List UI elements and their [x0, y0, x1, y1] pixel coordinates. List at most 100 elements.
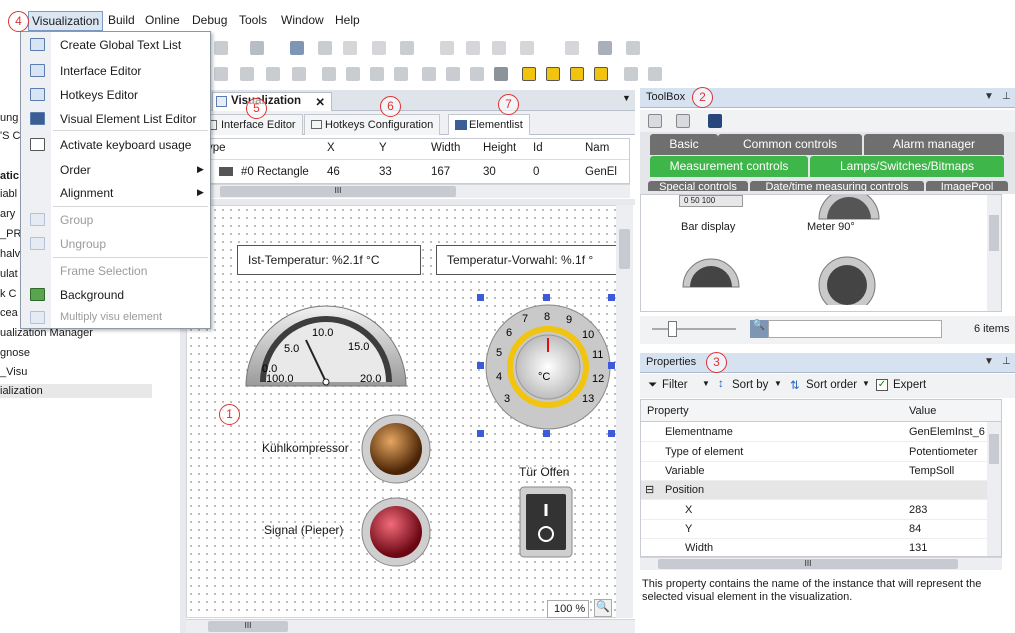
toolbar-icon[interactable] [290, 41, 304, 55]
align-icon[interactable] [266, 67, 280, 81]
scroll-thumb[interactable] [619, 229, 630, 269]
scroll-thumb[interactable]: III [208, 621, 288, 632]
tree-item[interactable]: _PR [0, 228, 21, 240]
sort-order-button[interactable]: Sort order [806, 379, 857, 391]
tree-item[interactable]: ary [0, 208, 15, 220]
align-icon[interactable] [292, 67, 306, 81]
group-icon[interactable] [648, 67, 662, 81]
align-icon[interactable] [346, 67, 360, 81]
column-header-name[interactable]: Nam [585, 142, 609, 154]
menu-item-visual-element-list-editor[interactable]: Visual Element List Editor [60, 112, 197, 126]
property-value[interactable]: GenElemInst_6 [909, 426, 985, 438]
tree-item[interactable]: ung [0, 112, 18, 124]
text-field-preset-temp[interactable]: Temperatur-Vorwahl: %.1f ° [436, 245, 620, 275]
tree-item[interactable]: k C [0, 288, 17, 300]
tab-basic[interactable]: Basic [650, 134, 718, 155]
property-value[interactable]: 283 [909, 504, 927, 516]
filter-button[interactable]: Filter [662, 379, 688, 391]
tree-item[interactable]: atic [0, 170, 19, 182]
selection-handle[interactable] [608, 430, 615, 437]
menu-item-multiply-visu-element[interactable]: Multiply visu element [60, 311, 162, 323]
tab-datetime-controls[interactable]: Date/time measuring controls [750, 181, 924, 191]
pin-icon[interactable]: ⊥ [1002, 91, 1011, 102]
align-icon[interactable] [446, 67, 460, 81]
menu-item-activate-keyboard-usage[interactable]: Activate keyboard usage [60, 138, 191, 152]
tree-item[interactable]: iabl [0, 188, 17, 200]
selection-handle[interactable] [543, 294, 550, 301]
column-header-id[interactable]: Id [533, 142, 543, 154]
zoom-select[interactable]: 100 % [547, 600, 589, 618]
menu-item-order[interactable]: Order [60, 163, 91, 177]
menu-build[interactable]: Build [106, 13, 137, 27]
menu-item-frame-selection[interactable]: Frame Selection [60, 264, 147, 278]
toolbar-icon[interactable] [626, 41, 640, 55]
menu-tools[interactable]: Tools [237, 13, 269, 27]
property-value[interactable]: 84 [909, 523, 921, 535]
table-row[interactable]: #0 Rectangle 46 33 167 30 0 GenEl [201, 160, 629, 182]
search-icon[interactable]: 🔍 [750, 320, 768, 338]
menu-visualization[interactable]: Visualization [28, 11, 104, 31]
sort-by-button[interactable]: Sort by [732, 379, 768, 391]
toolbox-item-meter-90[interactable]: Meter 90° [807, 221, 855, 233]
tab-hotkeys-configuration[interactable]: Hotkeys Configuration [304, 114, 441, 135]
align-icon[interactable] [214, 67, 228, 81]
toolbar-icon[interactable] [565, 41, 579, 55]
tree-item[interactable]: halv [0, 248, 20, 260]
lamp-red[interactable] [360, 496, 432, 568]
rocker-switch[interactable] [519, 486, 573, 558]
chevron-down-icon[interactable]: ▼ [702, 379, 710, 388]
menu-item-group[interactable]: Group [60, 213, 93, 227]
bar-display-preview[interactable]: 0 50 100 [679, 195, 743, 207]
toolbar-icon[interactable] [250, 41, 264, 55]
selection-handle[interactable] [543, 430, 550, 437]
tree-item-visualization[interactable]: ialization [0, 384, 152, 398]
panel-menu-icon[interactable]: ▼ [984, 356, 994, 367]
scroll-thumb[interactable]: III [220, 186, 456, 197]
toolbar-icon[interactable] [372, 41, 386, 55]
collapse-icon[interactable]: ⊟ [645, 483, 654, 496]
column-header-width[interactable]: Width [431, 142, 460, 154]
tree-item[interactable]: 'S C [0, 130, 20, 142]
toolbar-icon[interactable] [440, 41, 454, 55]
tab-common-controls[interactable]: Common controls [718, 134, 862, 155]
toolbox-search-input[interactable] [768, 320, 942, 338]
property-row[interactable]: X 283 [641, 501, 1001, 520]
align-icon[interactable] [494, 67, 508, 81]
menu-item-hotkeys-editor[interactable]: Hotkeys Editor [60, 88, 138, 102]
menu-item-create-global-text-list[interactable]: Create Global Text List [60, 38, 181, 52]
toolbar-icon[interactable] [318, 41, 332, 55]
scroll-thumb[interactable] [989, 434, 999, 464]
meter-preview[interactable] [817, 255, 877, 305]
menu-item-background[interactable]: Background [60, 288, 124, 302]
align-icon[interactable] [394, 67, 408, 81]
tree-item[interactable]: gnose [0, 347, 30, 359]
panel-menu-icon[interactable]: ▼ [984, 91, 994, 102]
property-row[interactable]: Type of element Potentiometer [641, 443, 1001, 462]
align-icon[interactable] [240, 67, 254, 81]
menu-item-ungroup[interactable]: Ungroup [60, 237, 106, 251]
meter-gauge[interactable]: 10.0 15.0 5.0 20.0 0.0 100.0 [242, 300, 410, 390]
selection-handle[interactable] [608, 294, 615, 301]
selection-handle[interactable] [477, 294, 484, 301]
tab-lamps-switches-bitmaps[interactable]: Lamps/Switches/Bitmaps [810, 156, 1004, 177]
tree-item[interactable]: ulat [0, 268, 18, 280]
toolbar-icon[interactable] [492, 41, 506, 55]
order-icon[interactable] [546, 67, 560, 81]
toolbox-vscrollbar[interactable] [987, 195, 1001, 311]
align-icon[interactable] [370, 67, 384, 81]
group-icon[interactable] [624, 67, 638, 81]
zoom-slider-thumb[interactable] [668, 321, 677, 337]
property-value[interactable]: 131 [909, 542, 927, 554]
scroll-thumb[interactable] [989, 215, 999, 251]
toolbar-icon[interactable] [343, 41, 357, 55]
align-icon[interactable] [322, 67, 336, 81]
tree-item[interactable]: cea [0, 307, 18, 319]
property-group-row[interactable]: ⊟ Position [641, 481, 1001, 500]
meter-preview[interactable] [681, 255, 741, 291]
tab-measurement-controls[interactable]: Measurement controls [650, 156, 808, 177]
pin-icon[interactable]: ⊥ [1002, 356, 1011, 367]
menu-window[interactable]: Window [279, 13, 326, 27]
table-hscrollbar[interactable]: III [200, 184, 630, 198]
canvas-vscrollbar[interactable] [616, 205, 633, 618]
tab-elementlist[interactable]: Elementlist [448, 114, 530, 135]
